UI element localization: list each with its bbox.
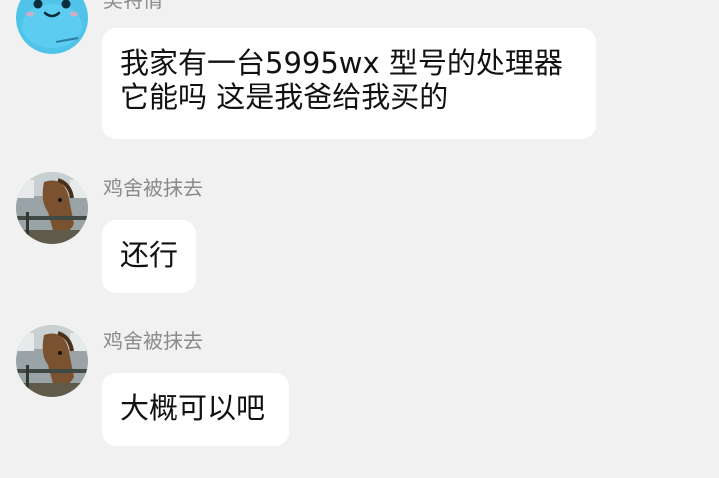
message-bubble[interactable]: 还行 <box>102 220 196 293</box>
sender-name: 鸡舍被抹去 <box>103 329 203 353</box>
avatar-horse[interactable] <box>16 172 88 244</box>
message-text-line: 我家有一台5995wx 型号的处理器 <box>120 46 563 80</box>
avatar-blue-cartoon[interactable] <box>16 0 88 54</box>
message-text-line: 它能吗 这是我爸给我买的 <box>120 80 449 114</box>
sender-name: 鸡舍被抹去 <box>103 176 203 200</box>
avatar-horse[interactable] <box>16 325 88 397</box>
message-text-line: 大概可以吧 <box>120 391 266 425</box>
horse-avatar-icon <box>16 172 88 244</box>
horse-avatar-icon <box>16 325 88 397</box>
sender-name: 吴特情 <box>103 0 163 12</box>
message-bubble[interactable]: 大概可以吧 <box>102 373 289 446</box>
message-bubble[interactable]: 我家有一台5995wx 型号的处理器 它能吗 这是我爸给我买的 <box>102 28 596 139</box>
blue-cartoon-avatar-icon <box>16 0 88 54</box>
message-text-line: 还行 <box>120 238 179 272</box>
